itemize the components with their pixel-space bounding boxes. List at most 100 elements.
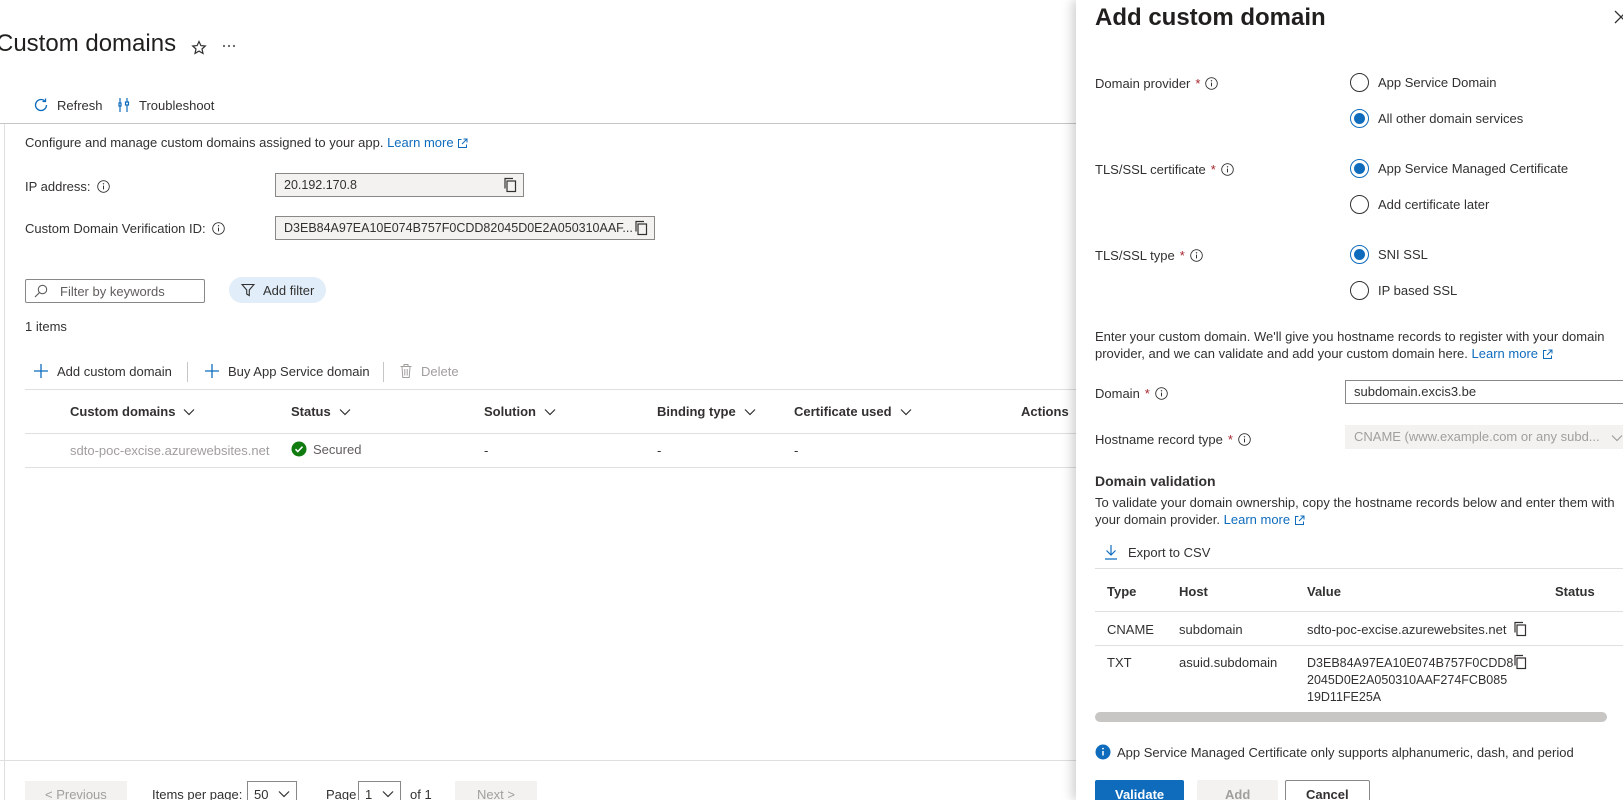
radio-button[interactable] <box>1350 73 1369 92</box>
refresh-button[interactable]: Refresh <box>33 97 103 113</box>
item-count: 1 items <box>25 319 67 334</box>
page-value: 1 <box>365 786 373 800</box>
record-value-line: D3EB84A97EA10E074B757F0CDD8 <box>1307 656 1514 670</box>
troubleshoot-button[interactable]: Troubleshoot <box>117 97 214 113</box>
filter-icon <box>241 283 255 297</box>
ip-address-label: IP address: <box>25 179 91 194</box>
page-select[interactable]: 1 <box>358 781 402 800</box>
learn-more-link[interactable]: Learn more <box>1472 346 1538 361</box>
add-filter-button[interactable]: Add filter <box>229 277 327 303</box>
radio-button-selected[interactable] <box>1350 109 1369 128</box>
plus-icon <box>204 363 220 379</box>
record-value-line: 19D11FE25A <box>1307 690 1382 704</box>
panel-title: Add custom domain <box>1095 4 1326 31</box>
domain-input[interactable]: subdomain.excis3.be <box>1345 380 1623 404</box>
radio-managed-certificate[interactable]: App Service Managed Certificate <box>1350 159 1568 178</box>
chevron-down-icon <box>339 408 351 415</box>
external-link-icon[interactable] <box>1542 349 1553 360</box>
delete-icon <box>399 363 413 379</box>
plus-icon <box>33 363 49 379</box>
ip-address-field[interactable]: 20.192.170.8 <box>275 173 524 197</box>
domain-provider-label: Domain provider * <box>1095 76 1219 91</box>
row-domain[interactable]: sdto-poc-excise.azurewebsites.net <box>70 443 269 458</box>
info-icon[interactable] <box>96 180 110 193</box>
info-icon[interactable] <box>1205 77 1219 90</box>
record-value: sdto-poc-excise.azurewebsites.net <box>1307 622 1507 637</box>
radio-label: App Service Domain <box>1378 75 1497 90</box>
radio-add-certificate-later[interactable]: Add certificate later <box>1350 195 1489 214</box>
more-icon[interactable] <box>222 44 236 48</box>
previous-page-button[interactable]: < Previous <box>25 781 127 800</box>
tls-type-label: TLS/SSL type * <box>1095 248 1203 263</box>
radio-button-selected[interactable] <box>1350 159 1369 178</box>
radio-button[interactable] <box>1350 281 1369 300</box>
copy-icon[interactable] <box>503 177 517 193</box>
page-title: Custom domains <box>0 30 177 57</box>
grid-row-bottom <box>25 467 1076 468</box>
close-icon[interactable] <box>1614 10 1623 24</box>
export-csv-button[interactable]: Export to CSV <box>1104 544 1210 560</box>
info-icon[interactable] <box>1155 387 1168 400</box>
column-header-actions[interactable]: Actions <box>1021 404 1076 419</box>
chevron-down-icon <box>184 408 195 415</box>
external-link-icon[interactable] <box>457 138 468 149</box>
column-header-status[interactable]: Status <box>291 404 351 419</box>
command-separator <box>383 362 384 382</box>
filter-search-box[interactable]: Filter by keywords <box>25 279 205 303</box>
copy-icon[interactable] <box>1513 621 1527 637</box>
column-header-binding-type[interactable]: Binding type <box>657 404 756 419</box>
page-label: Page <box>326 787 357 800</box>
copy-icon[interactable] <box>1513 654 1527 670</box>
radio-button-selected[interactable] <box>1350 245 1369 264</box>
info-icon[interactable] <box>1238 433 1251 446</box>
record-value-line: 2045D0E2A050310AAF274FCB085 <box>1307 673 1508 687</box>
radio-ip-based-ssl[interactable]: IP based SSL <box>1350 281 1457 300</box>
grid-header-bottom <box>25 433 1076 434</box>
info-text: App Service Managed Certificate only sup… <box>1117 744 1574 760</box>
add-custom-domain-button[interactable]: Add custom domain <box>33 363 172 379</box>
next-page-button[interactable]: Next > <box>455 781 537 800</box>
buy-app-service-domain-button[interactable]: Buy App Service domain <box>204 363 370 379</box>
validate-button[interactable]: Validate <box>1095 780 1185 800</box>
verification-id-field[interactable]: D3EB84A97EA10E074B757F0CDD82045D0E2A0503… <box>275 216 655 240</box>
add-button[interactable]: Add <box>1197 780 1279 800</box>
table-row: CNAME subdomain sdto-poc-excise.azureweb… <box>1095 612 1623 646</box>
add-custom-domain-panel: Add custom domain Domain provider * App S… <box>1076 0 1623 800</box>
download-icon <box>1104 544 1118 560</box>
learn-more-link[interactable]: Learn more <box>387 135 453 150</box>
command-separator <box>187 362 188 382</box>
ip-address-value: 20.192.170.8 <box>284 178 357 192</box>
records-column-value: Value <box>1307 584 1341 599</box>
column-header-certificate-used[interactable]: Certificate used <box>794 404 912 419</box>
record-type: TXT <box>1107 655 1132 670</box>
copy-icon[interactable] <box>634 220 648 236</box>
row-status-text: Secured <box>313 441 362 457</box>
radio-all-other-domain-services[interactable]: All other domain services <box>1350 109 1523 128</box>
description-text: Configure and manage custom domains assi… <box>25 135 384 150</box>
column-header-custom-domains[interactable]: Custom domains <box>70 404 195 419</box>
cancel-button[interactable]: Cancel <box>1285 780 1370 800</box>
delete-label: Delete <box>421 363 459 379</box>
info-icon[interactable] <box>1190 249 1203 262</box>
domain-input-value: subdomain.excis3.be <box>1354 384 1477 399</box>
radio-button[interactable] <box>1350 195 1369 214</box>
items-per-page-select[interactable]: 50 <box>247 781 298 800</box>
verification-id-label: Custom Domain Verification ID: <box>25 221 206 236</box>
records-header: Type Host Value Status <box>1095 568 1623 612</box>
learn-more-link[interactable]: Learn more <box>1224 512 1290 527</box>
external-link-icon[interactable] <box>1294 515 1305 526</box>
record-host: asuid.subdomain <box>1179 655 1278 670</box>
hostname-record-type-select[interactable]: CNAME (www.example.com or any subd... <box>1345 425 1623 449</box>
verification-label-group: Custom Domain Verification ID: <box>25 221 225 236</box>
star-icon[interactable] <box>191 40 207 56</box>
info-icon[interactable] <box>211 222 225 235</box>
radio-app-service-domain[interactable]: App Service Domain <box>1350 73 1497 92</box>
column-header-solution[interactable]: Solution <box>484 404 556 419</box>
chevron-down-icon <box>1611 434 1623 442</box>
custom-domains-blade: Custom domains Refresh Troubleshoot Conf… <box>0 0 1076 800</box>
records-horizontal-scrollbar[interactable] <box>1095 712 1607 722</box>
pager-divider <box>0 760 1076 761</box>
info-icon[interactable] <box>1221 163 1234 176</box>
delete-button[interactable]: Delete <box>399 363 459 379</box>
radio-sni-ssl[interactable]: SNI SSL <box>1350 245 1428 264</box>
